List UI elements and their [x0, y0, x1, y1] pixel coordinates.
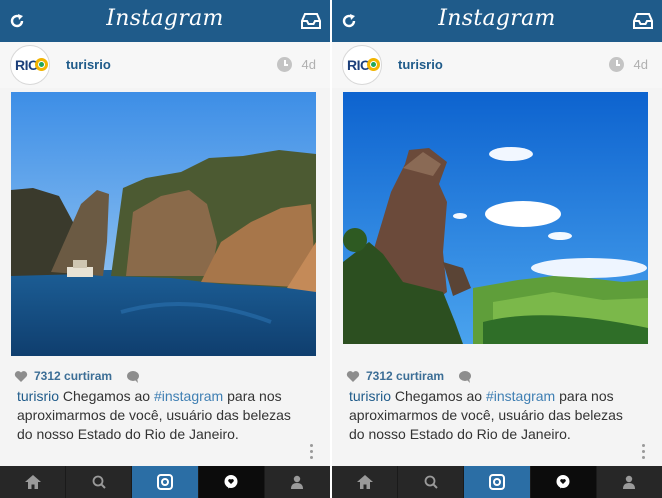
likes-count[interactable]: 7312 curtiram	[34, 369, 112, 383]
bottom-tab-bar	[0, 466, 330, 498]
comment-icon[interactable]	[126, 370, 140, 383]
post-username[interactable]: turisrio	[398, 57, 443, 72]
post-caption: turisrio Chegamos ao #instagram para nos…	[17, 387, 307, 444]
caption-username[interactable]: turisrio	[17, 388, 59, 404]
post-header: RIO turisrio 4d	[332, 42, 662, 88]
app-logo: Instagram	[438, 6, 556, 31]
post-time: 4d	[633, 57, 648, 72]
app-logo: Instagram	[106, 6, 224, 31]
avatar[interactable]: RIO	[10, 45, 50, 85]
tab-home[interactable]	[0, 466, 67, 498]
tab-search[interactable]	[398, 466, 465, 498]
tab-profile[interactable]	[597, 466, 662, 498]
clock-icon	[609, 57, 624, 72]
bottom-tab-bar	[332, 466, 662, 498]
post-header: RIO turisrio 4d	[0, 42, 330, 88]
heart-icon[interactable]	[346, 370, 360, 383]
clock-icon	[277, 57, 292, 72]
caption-hashtag[interactable]: #instagram	[154, 388, 223, 404]
heart-icon[interactable]	[14, 370, 28, 383]
tab-camera[interactable]	[464, 466, 531, 498]
top-bar: Instagram	[332, 0, 662, 42]
caption-text-before: Chegamos ao	[59, 388, 154, 404]
avatar-logo-ring	[35, 58, 48, 71]
phone-screen-left: Instagram RIO turisrio 4d 7312 curtiram …	[0, 0, 330, 498]
caption-hashtag[interactable]: #instagram	[486, 388, 555, 404]
news-icon	[224, 475, 238, 489]
search-icon	[424, 475, 438, 489]
inbox-icon[interactable]	[632, 12, 654, 30]
news-icon	[556, 475, 570, 489]
comment-icon[interactable]	[458, 370, 472, 383]
post-photo-sea-cliffs[interactable]	[11, 92, 316, 356]
phone-screen-right: Instagram RIO turisrio 4d 7312 curtiram …	[332, 0, 662, 498]
avatar[interactable]: RIO	[342, 45, 382, 85]
tab-news[interactable]	[530, 466, 597, 498]
tab-search[interactable]	[66, 466, 133, 498]
camera-icon	[157, 474, 173, 490]
search-icon	[92, 475, 106, 489]
tab-home[interactable]	[332, 466, 399, 498]
profile-icon	[623, 475, 636, 489]
post-username[interactable]: turisrio	[66, 57, 111, 72]
tab-profile[interactable]	[265, 466, 330, 498]
more-dots-icon[interactable]	[310, 444, 314, 460]
camera-icon	[489, 474, 505, 490]
post-caption: turisrio Chegamos ao #instagram para nos…	[349, 387, 639, 444]
home-icon	[24, 475, 41, 489]
avatar-logo-ring	[367, 58, 380, 71]
home-icon	[356, 475, 373, 489]
tab-camera[interactable]	[132, 466, 199, 498]
top-bar: Instagram	[0, 0, 330, 42]
tab-news[interactable]	[198, 466, 265, 498]
profile-icon	[291, 475, 304, 489]
caption-text-before: Chegamos ao	[391, 388, 486, 404]
caption-username[interactable]: turisrio	[349, 388, 391, 404]
inbox-icon[interactable]	[300, 12, 322, 30]
likes-count[interactable]: 7312 curtiram	[366, 369, 444, 383]
more-dots-icon[interactable]	[642, 444, 646, 460]
post-time: 4d	[301, 57, 316, 72]
post-photo-rock-formation[interactable]	[343, 92, 648, 344]
